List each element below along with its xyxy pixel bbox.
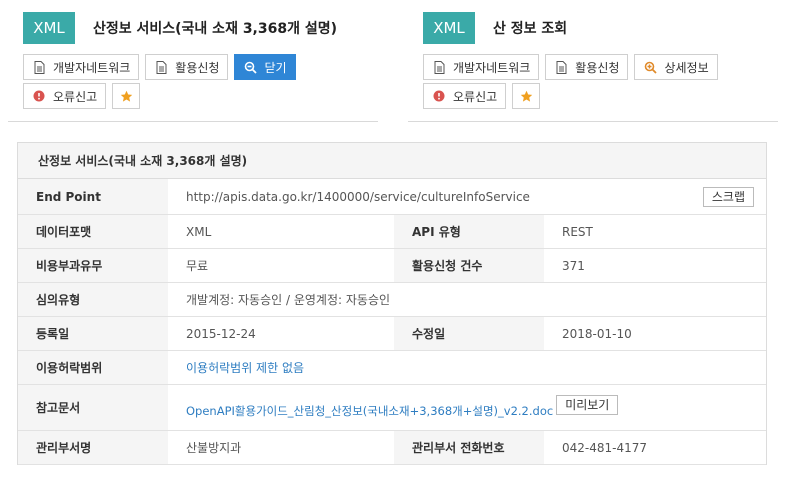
service-detail-panel: 산정보 서비스(국내 소재 3,368개 설명) End Point http:… (17, 142, 767, 465)
dev-network-button[interactable]: 개발자네트워크 (423, 54, 540, 80)
reference-row: 참고문서 OpenAPI활용가이드_산림청_산정보(국내소재+3,368개+설명… (18, 385, 766, 431)
preview-button[interactable]: 미리보기 (556, 394, 619, 415)
favorite-button[interactable] (112, 83, 141, 109)
apply-button[interactable]: 활용신청 (145, 54, 229, 80)
card-divider (8, 121, 378, 122)
format-badge: XML (23, 12, 75, 44)
scrap-button[interactable]: 스크랩 (702, 186, 754, 207)
dept-label: 관리부서명 (18, 431, 168, 464)
review-label: 심의유형 (18, 283, 168, 316)
endpoint-label: End Point (18, 179, 168, 214)
report-error-label: 오류신고 (53, 89, 98, 104)
format-label: 데이터포맷 (18, 215, 168, 248)
zoom-in-icon (643, 60, 657, 74)
phone-value: 042-481-4177 (562, 440, 648, 455)
favorite-button[interactable] (512, 83, 541, 109)
cost-value: 무료 (186, 259, 209, 273)
detail-info-label: 상세정보 (664, 60, 709, 75)
apply-count-value: 371 (562, 258, 585, 273)
report-error-button[interactable]: 오류신고 (423, 83, 507, 109)
reference-label: 참고문서 (18, 385, 168, 430)
dept-row: 관리부서명 산불방지과 관리부서 전화번호 042-481-4177 (18, 431, 766, 465)
dept-value: 산불방지과 (186, 441, 242, 455)
format-badge: XML (423, 12, 475, 44)
format-value: XML (186, 224, 212, 239)
service-card-right: XML 산 정보 조회 개발자네트워크 활용신청 상세정보 오류신고 (408, 0, 778, 109)
star-icon (119, 89, 133, 103)
alert-icon (32, 89, 46, 103)
document-icon (432, 60, 446, 74)
service-card-left: XML 산정보 서비스(국내 소재 3,368개 설명) 개발자네트워크 활용신… (8, 0, 378, 109)
reference-doc-link[interactable]: OpenAPI활용가이드_산림청_산정보(국내소재+3,368개+설명)_v2.… (186, 403, 553, 419)
review-value: 개발계정: 자동승인 / 운영계정: 자동승인 (186, 293, 391, 307)
detail-title: 산정보 서비스(국내 소재 3,368개 설명) (18, 143, 766, 179)
card-divider (408, 121, 778, 122)
date-row: 등록일 2015-12-24 수정일 2018-01-10 (18, 317, 766, 351)
report-error-label: 오류신고 (453, 89, 498, 104)
cost-label: 비용부과유무 (18, 249, 168, 282)
detail-info-button[interactable]: 상세정보 (634, 54, 718, 80)
endpoint-value: http://apis.data.go.kr/1400000/service/c… (186, 189, 530, 204)
dev-network-label: 개발자네트워크 (53, 60, 131, 75)
reg-date-label: 등록일 (18, 317, 168, 350)
zoom-out-icon (243, 60, 257, 74)
apply-button[interactable]: 활용신청 (545, 54, 629, 80)
reg-date-value: 2015-12-24 (186, 326, 256, 341)
apply-label: 활용신청 (175, 60, 220, 75)
format-row: 데이터포맷 XML API 유형 REST (18, 215, 766, 249)
dev-network-button[interactable]: 개발자네트워크 (23, 54, 140, 80)
close-button[interactable]: 닫기 (234, 54, 296, 80)
apply-count-label: 활용신청 건수 (394, 249, 544, 282)
license-label: 이용허락범위 (18, 351, 168, 384)
cost-row: 비용부과유무 무료 활용신청 건수 371 (18, 249, 766, 283)
review-row: 심의유형 개발계정: 자동승인 / 운영계정: 자동승인 (18, 283, 766, 317)
document-icon (32, 60, 46, 74)
close-label: 닫기 (264, 60, 287, 75)
dev-network-label: 개발자네트워크 (453, 60, 531, 75)
mod-date-label: 수정일 (394, 317, 544, 350)
license-value[interactable]: 이용허락범위 제한 없음 (168, 351, 766, 384)
document-icon (554, 60, 568, 74)
api-type-value: REST (562, 224, 593, 239)
license-row: 이용허락범위 이용허락범위 제한 없음 (18, 351, 766, 385)
report-error-button[interactable]: 오류신고 (23, 83, 107, 109)
star-icon (519, 89, 533, 103)
document-icon (154, 60, 168, 74)
service-title[interactable]: 산 정보 조회 (493, 18, 567, 38)
phone-label: 관리부서 전화번호 (394, 431, 544, 464)
service-title[interactable]: 산정보 서비스(국내 소재 3,368개 설명) (93, 18, 337, 38)
api-type-label: API 유형 (394, 215, 544, 248)
apply-label: 활용신청 (575, 60, 620, 75)
endpoint-row: End Point http://apis.data.go.kr/1400000… (18, 179, 766, 215)
mod-date-value: 2018-01-10 (562, 326, 632, 341)
alert-icon (432, 89, 446, 103)
